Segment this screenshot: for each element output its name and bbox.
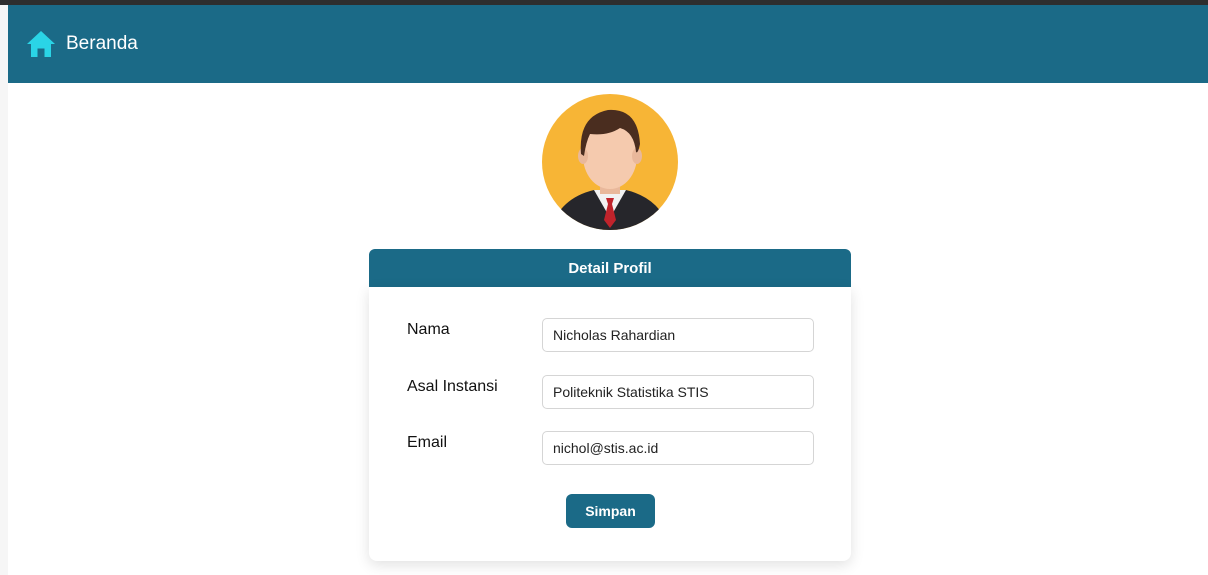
card-header: Detail Profil [369, 249, 851, 287]
email-field[interactable] [542, 431, 814, 465]
page-frame: Beranda Detail Profil Nama Nicholas Raha… [8, 5, 1208, 575]
home-link[interactable]: Beranda [26, 30, 138, 58]
institution-field[interactable] [542, 375, 814, 409]
profile-form: Nama Asal Instansi Email Simpan [369, 287, 851, 561]
email-label: Email [407, 434, 448, 451]
navbar: Beranda [8, 5, 1208, 83]
institution-label: Asal Instansi [407, 378, 498, 395]
user-avatar [542, 94, 678, 230]
name-label: Nama [407, 321, 450, 338]
card-title: Detail Profil [568, 259, 652, 277]
name-field[interactable] [542, 318, 814, 352]
save-button[interactable]: Simpan [566, 494, 655, 528]
home-icon [26, 30, 56, 58]
home-label: Beranda [66, 33, 138, 54]
